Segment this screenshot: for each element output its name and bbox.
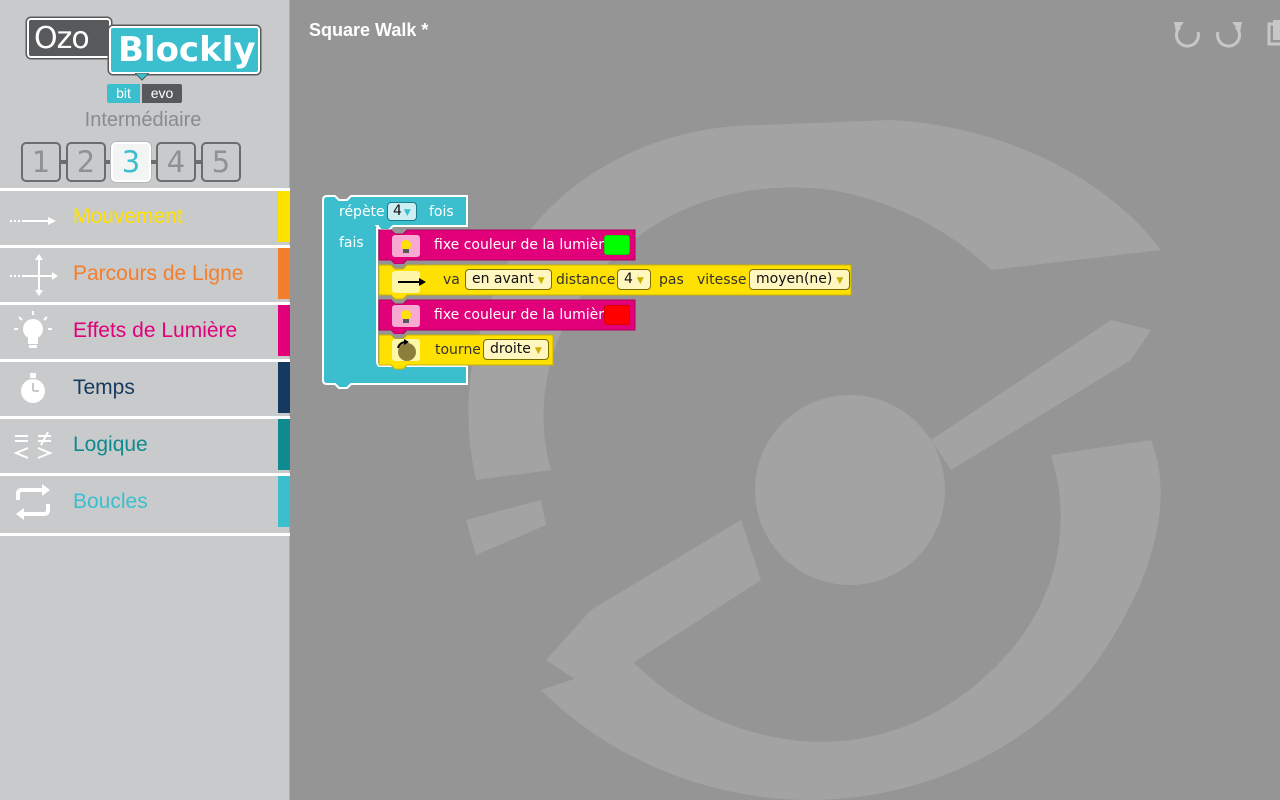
distance-dropdown[interactable]: 4 ▼: [617, 269, 651, 290]
dropdown-arrow-icon: ▼: [537, 276, 545, 286]
copy-icon[interactable]: [1263, 18, 1280, 50]
category-boucles[interactable]: Boucles: [0, 473, 290, 527]
category-color-bar: [278, 191, 290, 242]
loop-arrows-icon: [16, 484, 50, 520]
block-workspace[interactable]: Square Walk * répète 4 ▼ fois fais fixe c…: [291, 0, 1280, 800]
light-color-swatch-1[interactable]: [604, 235, 630, 255]
speed-dropdown[interactable]: moyen(ne) ▼: [749, 269, 851, 290]
category-mouvement[interactable]: Mouvement: [0, 188, 290, 242]
direction-value: en avant: [472, 271, 534, 287]
lightbulb-icon: [14, 311, 52, 348]
dropdown-arrow-icon: ▼: [403, 208, 411, 218]
undo-icon[interactable]: [1171, 18, 1203, 50]
arrow-right-icon: [10, 217, 56, 225]
logo-blockly-text: Blockly: [118, 30, 256, 70]
repeat-count-dropdown[interactable]: 4 ▼: [387, 202, 417, 221]
dropdown-arrow-icon: ▼: [836, 276, 844, 286]
bitevo-bit: bit: [107, 84, 140, 103]
move-go-label: va: [443, 272, 460, 288]
direction-dropdown[interactable]: en avant ▼: [465, 269, 552, 290]
light-color-swatch-2[interactable]: [604, 305, 630, 325]
logo-ozo-box: Ozo: [27, 18, 111, 58]
turn-icon: [392, 339, 420, 361]
logo-speech-tip: [135, 73, 149, 81]
repeat-label: répète: [339, 204, 385, 220]
category-label: Boucles: [73, 490, 148, 513]
level-button-2[interactable]: 2: [66, 142, 106, 182]
repeat-count-value: 4: [393, 203, 402, 219]
project-title[interactable]: Square Walk *: [309, 20, 428, 41]
distance-value: 4: [624, 271, 633, 287]
bitevo-evo: evo: [142, 84, 182, 103]
dropdown-arrow-icon: ▼: [636, 276, 644, 286]
category-color-bar: [278, 476, 290, 527]
category-color-bar: [278, 248, 290, 299]
dropdown-arrow-icon: ▼: [534, 346, 542, 356]
speed-label: vitesse: [697, 272, 747, 288]
redo-icon[interactable]: [1213, 18, 1245, 50]
category-color-bar: [278, 362, 290, 413]
lightbulb-icon: [392, 305, 420, 327]
speed-value: moyen(ne): [756, 271, 833, 287]
logic-compare-icon: [13, 431, 53, 459]
category-label: Logique: [73, 433, 148, 456]
toolbox-sidebar: Ozo Blockly bit evo Intermédiaire 1 2 3 …: [0, 0, 290, 800]
bitevo-logo: bit evo: [107, 84, 182, 103]
turn-direction-dropdown[interactable]: droite ▼: [483, 339, 549, 360]
distance-label: distance: [556, 272, 616, 288]
light-block-1-label: fixe couleur de la lumière: [434, 237, 613, 253]
line-junction-icon: [10, 254, 58, 296]
ozoblockly-logo: Ozo Blockly: [27, 18, 262, 81]
level-button-5[interactable]: 5: [201, 142, 241, 182]
level-button-1[interactable]: 1: [21, 142, 61, 182]
repeat-times-label: fois: [429, 204, 454, 220]
light-block-2-label: fixe couleur de la lumière: [434, 307, 613, 323]
category-label: Temps: [73, 376, 135, 399]
level-button-4[interactable]: 4: [156, 142, 196, 182]
category-label: Parcours de Ligne: [73, 262, 244, 285]
turn-label: tourne: [435, 342, 481, 358]
logo-ozo-text: Ozo: [34, 21, 90, 56]
distance-unit-label: pas: [659, 272, 684, 288]
turn-direction-value: droite: [490, 341, 531, 357]
ozobot-watermark: [466, 120, 1161, 800]
level-title: Intermédiaire: [84, 109, 202, 131]
level-button-3[interactable]: 3: [111, 142, 151, 182]
category-parcours-de-ligne[interactable]: Parcours de Ligne: [0, 245, 290, 299]
category-effets-de-lumiere[interactable]: Effets de Lumière: [0, 302, 290, 356]
category-temps[interactable]: Temps: [0, 359, 290, 413]
lightbulb-icon: [392, 235, 420, 257]
category-color-bar: [278, 305, 290, 356]
category-logique[interactable]: Logique: [0, 416, 290, 470]
stopwatch-icon: [21, 373, 45, 403]
category-color-bar: [278, 419, 290, 470]
arrow-right-icon: [392, 271, 426, 293]
category-label: Mouvement: [73, 205, 183, 228]
category-list-divider: [0, 533, 290, 536]
repeat-do-label: fais: [339, 235, 364, 251]
logo-blockly-box: Blockly: [109, 26, 260, 74]
category-label: Effets de Lumière: [73, 319, 238, 342]
